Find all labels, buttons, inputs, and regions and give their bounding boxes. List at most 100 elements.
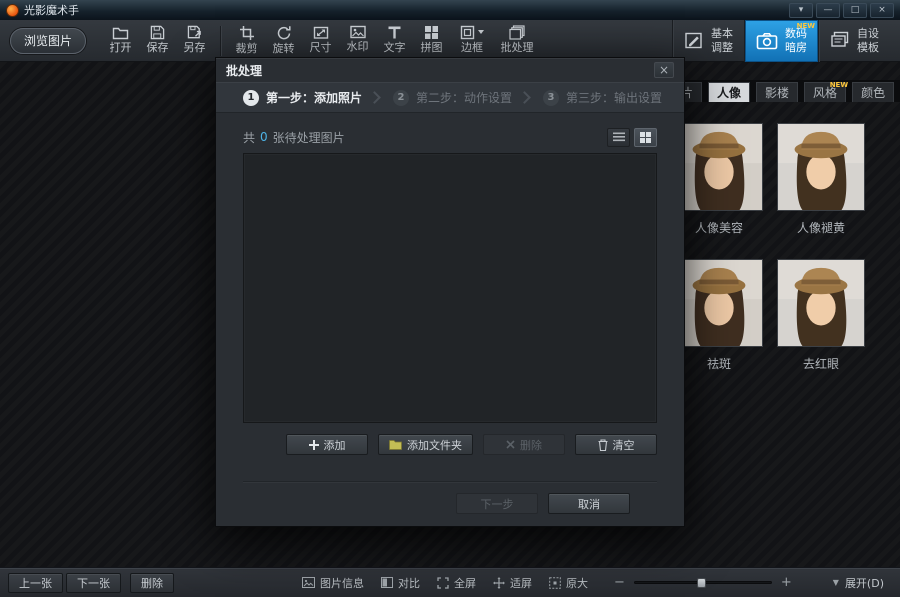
count-prefix: 共 bbox=[243, 129, 255, 146]
preset-remove-redeye[interactable]: 去红眼 bbox=[777, 259, 865, 371]
dialog-footer: 下一步 取消 bbox=[243, 481, 657, 514]
step-3-output-settings[interactable]: 3 第三步：输出设置 bbox=[543, 89, 662, 106]
cancel-button[interactable]: 取消 bbox=[548, 493, 630, 514]
x-icon bbox=[506, 440, 515, 449]
prev-image-button[interactable]: 上一张 bbox=[8, 573, 63, 593]
remove-button[interactable]: 删除 bbox=[483, 434, 565, 455]
save-button[interactable]: 保存 bbox=[139, 21, 176, 61]
dialog-close-button[interactable]: × bbox=[654, 62, 674, 78]
open-button[interactable]: 打开 bbox=[102, 21, 139, 61]
view-toggles bbox=[607, 128, 657, 147]
next-step-button[interactable]: 下一步 bbox=[456, 493, 538, 514]
crop-icon bbox=[239, 25, 255, 41]
pending-count: 0 bbox=[260, 130, 268, 144]
batch-process-dialog: 批处理 × 1 第一步：添加照片 2 第二步：动作设置 3 第三步：输出设置 共 bbox=[215, 57, 685, 527]
app-logo-icon bbox=[6, 4, 19, 17]
crop-button[interactable]: 裁剪 bbox=[228, 21, 265, 61]
resize-icon bbox=[313, 25, 329, 40]
chevron-down-icon bbox=[478, 30, 484, 34]
plus-icon bbox=[309, 440, 319, 450]
app-window: 光影魔术手 ▾ — □ × 浏览图片 打开 保存 另存 裁剪 旋转 bbox=[0, 0, 900, 597]
delete-image-button[interactable]: 删除 bbox=[130, 573, 174, 593]
save-as-button[interactable]: 另存 bbox=[176, 21, 213, 61]
toolbar: 浏览图片 打开 保存 另存 裁剪 旋转 尺寸 水印 bbox=[0, 20, 900, 62]
template-stack-icon bbox=[830, 31, 850, 50]
pending-images-list[interactable] bbox=[243, 153, 657, 423]
tab-studio[interactable]: 影楼 bbox=[756, 82, 798, 102]
original-size-icon bbox=[549, 577, 561, 589]
collage-icon bbox=[424, 25, 439, 40]
tab-color[interactable]: 颜色 bbox=[852, 82, 894, 102]
fit-screen-icon bbox=[493, 577, 505, 589]
close-button[interactable]: × bbox=[870, 3, 894, 18]
preset-portrait-beauty[interactable]: 人像美容 bbox=[675, 123, 763, 235]
collage-button[interactable]: 拼图 bbox=[413, 21, 450, 61]
preset-thumbnail-image bbox=[675, 259, 763, 347]
basic-adjust-button[interactable]: 基本调整 bbox=[672, 20, 744, 62]
batch-button[interactable]: 批处理 bbox=[494, 21, 540, 61]
frame-icon bbox=[460, 25, 475, 40]
clear-button[interactable]: 清空 bbox=[575, 434, 657, 455]
expand-panel-button[interactable]: ▼ 展开(D) bbox=[833, 575, 892, 591]
count-suffix: 张待处理图片 bbox=[273, 129, 345, 146]
tab-style[interactable]: NEW风格 bbox=[804, 82, 846, 102]
zoom-slider-thumb[interactable] bbox=[697, 578, 706, 588]
digital-darkroom-button[interactable]: NEW 数码暗房 bbox=[744, 20, 818, 62]
new-badge: NEW bbox=[797, 22, 815, 30]
preset-thumbnail-image bbox=[777, 259, 865, 347]
trash-icon bbox=[598, 439, 608, 451]
rotate-button[interactable]: 旋转 bbox=[265, 21, 302, 61]
preset-portrait-deyellow[interactable]: 人像褪黄 bbox=[777, 123, 865, 235]
maximize-button[interactable]: □ bbox=[843, 3, 867, 18]
window-controls: ▾ — □ × bbox=[786, 3, 894, 18]
save-icon bbox=[150, 25, 165, 40]
adjust-sliders-icon bbox=[684, 31, 704, 51]
fullscreen-button[interactable]: 全屏 bbox=[437, 575, 476, 591]
app-title: 光影魔术手 bbox=[24, 2, 79, 18]
text-icon bbox=[387, 25, 402, 40]
zoom-out-button[interactable]: − bbox=[614, 575, 625, 590]
watermark-icon bbox=[350, 25, 366, 39]
next-image-button[interactable]: 下一张 bbox=[66, 573, 121, 593]
add-button[interactable]: 添加 bbox=[286, 434, 368, 455]
statusbar: 上一张 下一张 删除 图片信息 对比 全屏 适屏 原大 bbox=[0, 567, 900, 597]
step-1-add-photos[interactable]: 1 第一步：添加照片 bbox=[243, 89, 362, 106]
browse-images-button[interactable]: 浏览图片 bbox=[10, 28, 86, 54]
compare-icon bbox=[381, 577, 393, 588]
folder-icon bbox=[389, 439, 402, 450]
preset-thumbnails: 人像美容 人像褪黄 祛斑 去红眼 bbox=[675, 123, 865, 395]
zoom-slider[interactable] bbox=[634, 581, 772, 584]
rotate-icon bbox=[276, 25, 292, 41]
image-info-icon bbox=[302, 577, 315, 588]
frame-button[interactable]: 边框 bbox=[450, 21, 494, 61]
dialog-titlebar: 批处理 × bbox=[216, 58, 684, 82]
custom-template-button[interactable]: 自设模板 bbox=[818, 20, 890, 62]
grid-view-button[interactable] bbox=[634, 128, 657, 147]
minimize-button[interactable]: — bbox=[816, 3, 840, 18]
menu-dropdown-button[interactable]: ▾ bbox=[789, 3, 813, 18]
list-view-icon bbox=[613, 132, 625, 142]
zoom-in-button[interactable]: + bbox=[781, 575, 792, 590]
save-as-icon bbox=[187, 25, 203, 40]
add-folder-button[interactable]: 添加文件夹 bbox=[378, 434, 473, 455]
compare-button[interactable]: 对比 bbox=[381, 575, 420, 591]
step-2-action-settings[interactable]: 2 第二步：动作设置 bbox=[393, 89, 512, 106]
list-action-buttons: 添加 添加文件夹 删除 清空 bbox=[243, 434, 657, 455]
original-size-button[interactable]: 原大 bbox=[549, 575, 588, 591]
new-badge: NEW bbox=[830, 81, 848, 89]
dialog-title: 批处理 bbox=[226, 62, 262, 79]
tab-portrait[interactable]: 人像 bbox=[708, 82, 750, 102]
count-row: 共 0 张待处理图片 bbox=[243, 121, 657, 153]
resize-button[interactable]: 尺寸 bbox=[302, 21, 339, 61]
camera-icon bbox=[756, 32, 778, 50]
preset-remove-spots[interactable]: 祛斑 bbox=[675, 259, 763, 371]
watermark-button[interactable]: 水印 bbox=[339, 21, 376, 61]
image-info-button[interactable]: 图片信息 bbox=[302, 575, 364, 591]
fit-screen-button[interactable]: 适屏 bbox=[493, 575, 532, 591]
step-indicator: 1 第一步：添加照片 2 第二步：动作设置 3 第三步：输出设置 bbox=[216, 82, 684, 113]
text-button[interactable]: 文字 bbox=[376, 21, 413, 61]
step-arrow-icon bbox=[368, 91, 381, 104]
list-view-button[interactable] bbox=[607, 128, 630, 147]
dialog-body: 共 0 张待处理图片 添加 bbox=[216, 113, 684, 514]
preset-thumbnail-image bbox=[675, 123, 763, 211]
